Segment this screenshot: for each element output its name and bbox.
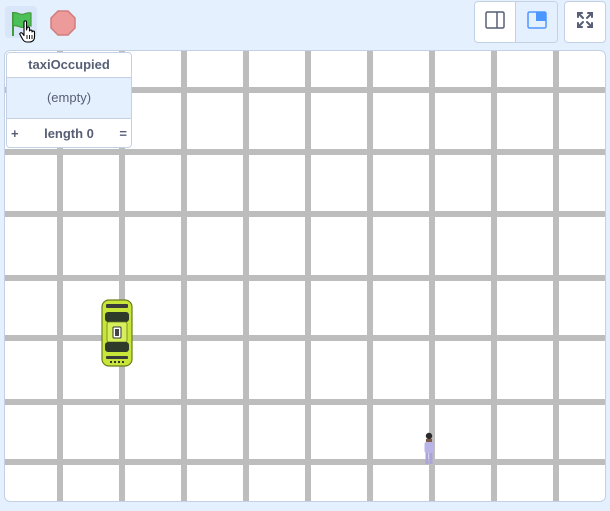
list-length-label: length 0 [44, 126, 94, 141]
road-horizontal [5, 459, 605, 465]
stage-size-toggle [474, 1, 558, 43]
fullscreen-icon [576, 11, 594, 34]
fullscreen-button[interactable] [564, 1, 606, 43]
small-stage-button[interactable] [475, 2, 517, 42]
road-horizontal [5, 211, 605, 217]
passenger-sprite[interactable] [421, 432, 437, 471]
normal-stage-button[interactable] [516, 2, 557, 42]
small-stage-icon [485, 10, 505, 34]
stop-icon [48, 8, 78, 38]
normal-stage-icon [526, 10, 547, 34]
list-monitor-title: taxiOccupied [7, 53, 131, 78]
road-horizontal [5, 399, 605, 405]
resize-handle[interactable]: = [119, 126, 127, 141]
road-horizontal [5, 335, 605, 341]
hand-cursor-icon [19, 20, 37, 44]
road-horizontal [5, 149, 605, 155]
taxi-sprite[interactable] [100, 298, 134, 373]
stop-button[interactable] [48, 8, 78, 38]
stage-header [0, 0, 610, 46]
list-monitor[interactable]: taxiOccupied (empty) + length 0 = [6, 52, 132, 148]
add-item-button[interactable]: + [11, 126, 19, 141]
list-monitor-footer: + length 0 = [7, 118, 131, 147]
list-empty-label: (empty) [46, 90, 92, 105]
road-horizontal [5, 275, 605, 281]
green-flag-button[interactable] [5, 6, 37, 43]
